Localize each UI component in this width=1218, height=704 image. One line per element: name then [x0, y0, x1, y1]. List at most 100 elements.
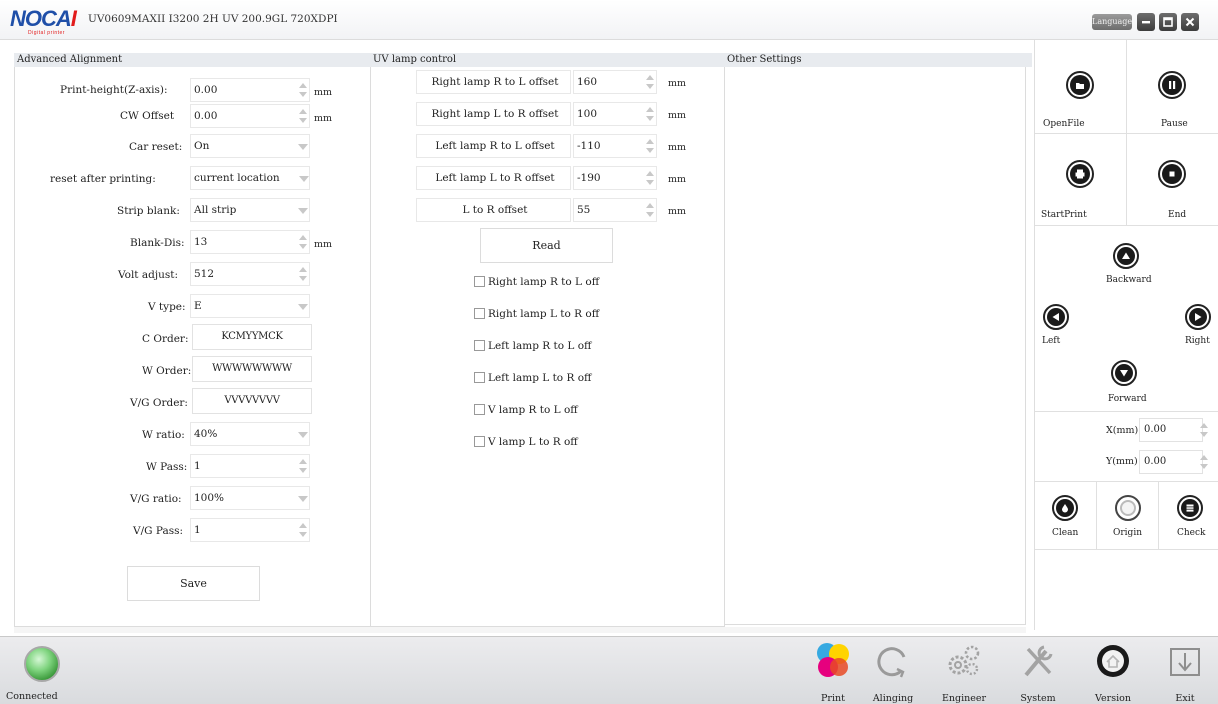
minimize-button[interactable] — [1137, 13, 1155, 31]
print-control-panel: OpenFile Pause StartPrint End Backward L… — [1034, 40, 1218, 630]
x-mm-spinner[interactable] — [1199, 420, 1209, 440]
chevron-down-icon[interactable] — [298, 174, 310, 184]
close-button[interactable] — [1181, 13, 1199, 31]
chevron-down-icon[interactable] — [297, 142, 309, 152]
direction-pad: Backward Left Right Forward — [1035, 226, 1218, 412]
car-reset-select[interactable]: On — [190, 134, 310, 158]
cw-offset-label: CW Offset — [120, 110, 175, 122]
right-label: Right — [1185, 336, 1210, 346]
nav-exit[interactable]: Exit — [1160, 641, 1210, 704]
maximize-button[interactable] — [1159, 13, 1177, 31]
w-pass-label: W Pass: — [146, 461, 188, 473]
print-height-input[interactable]: 0.00 — [190, 78, 310, 102]
connection-status-icon — [24, 646, 60, 682]
strip-blank-select[interactable]: All strip — [190, 198, 310, 222]
clean-button[interactable]: Clean — [1035, 482, 1097, 550]
print-height-spinner[interactable] — [298, 80, 308, 100]
right-lamp-l-to-r-offset-spinner[interactable] — [645, 104, 655, 124]
w-order-field[interactable]: WWWWWWWW — [192, 356, 312, 382]
blank-dis-input[interactable]: 13 — [190, 230, 310, 254]
w-pass-input[interactable]: 1 — [190, 454, 310, 478]
left-lamp-r-to-l-offset-spinner[interactable] — [645, 136, 655, 156]
logo-tagline: Digital printer — [28, 30, 65, 36]
nav-exit-label: Exit — [1175, 693, 1195, 704]
gears-icon — [948, 645, 980, 676]
checkbox-icon[interactable] — [474, 372, 485, 383]
v-lamp-r-to-l-off-checkbox[interactable]: V lamp R to L off — [474, 404, 578, 418]
y-mm-input[interactable]: 0.00 — [1139, 450, 1203, 474]
cw-offset-spinner[interactable] — [298, 106, 308, 126]
checkbox-icon[interactable] — [474, 340, 485, 351]
exit-icon — [1170, 648, 1200, 676]
checkbox-label: Left lamp L to R off — [488, 372, 592, 384]
startprint-button[interactable]: StartPrint — [1035, 134, 1127, 226]
nav-system[interactable]: System — [1013, 641, 1063, 704]
right-lamp-r-to-l-off-checkbox[interactable]: Right lamp R to L off — [474, 276, 599, 290]
reset-after-printing-label: reset after printing: — [50, 173, 156, 185]
x-mm-label: X(mm) — [1106, 425, 1139, 436]
arrow-up-icon[interactable] — [1113, 243, 1139, 269]
end-button[interactable]: End — [1127, 134, 1218, 226]
w-ratio-label: W ratio: — [142, 429, 185, 441]
vg-ratio-select[interactable]: 100% — [190, 486, 310, 510]
checkbox-label: V lamp L to R off — [488, 436, 578, 448]
origin-button[interactable]: Origin — [1097, 482, 1159, 550]
left-lamp-l-to-r-offset-spinner[interactable] — [645, 168, 655, 188]
w-ratio-select[interactable]: 40% — [190, 422, 310, 446]
checkbox-icon[interactable] — [474, 404, 485, 415]
blank-dis-unit: mm — [314, 239, 333, 250]
vg-pass-input[interactable]: 1 — [190, 518, 310, 542]
save-button[interactable]: Save — [127, 566, 260, 601]
chevron-down-icon[interactable] — [297, 430, 309, 440]
nav-print-label: Print — [821, 693, 845, 704]
nav-version[interactable]: Version — [1088, 641, 1138, 704]
nav-system-label: System — [1020, 693, 1056, 704]
print-height-unit: mm — [314, 87, 333, 98]
arrow-down-icon[interactable] — [1111, 360, 1137, 386]
w-pass-spinner[interactable] — [298, 456, 308, 476]
chevron-down-icon[interactable] — [297, 494, 309, 504]
arrow-right-icon[interactable] — [1185, 304, 1211, 330]
arrow-left-icon[interactable] — [1043, 304, 1069, 330]
language-button[interactable]: Language — [1092, 14, 1132, 30]
vg-pass-spinner[interactable] — [298, 520, 308, 540]
read-button[interactable]: Read — [480, 228, 613, 263]
pause-button[interactable]: Pause — [1127, 40, 1218, 134]
checkbox-icon[interactable] — [474, 276, 485, 287]
coordinate-panel: X(mm) 0.00 Y(mm) 0.00 — [1035, 412, 1218, 482]
check-button[interactable]: Check — [1159, 482, 1218, 550]
y-mm-spinner[interactable] — [1199, 452, 1209, 472]
x-mm-input[interactable]: 0.00 — [1139, 418, 1203, 442]
right-lamp-l-to-r-off-checkbox[interactable]: Right lamp L to R off — [474, 308, 599, 322]
cw-offset-input[interactable]: 0.00 — [190, 104, 310, 128]
nav-alinging[interactable]: Alinging — [868, 641, 918, 704]
v-type-select[interactable]: E — [190, 294, 310, 318]
chevron-down-icon[interactable] — [297, 302, 309, 312]
v-type-label: V type: — [148, 301, 186, 313]
reset-after-printing-select[interactable]: current location — [190, 166, 310, 190]
left-lamp-l-to-r-off-checkbox[interactable]: Left lamp L to R off — [474, 372, 591, 386]
blank-dis-spinner[interactable] — [298, 232, 308, 252]
vg-order-field[interactable]: VVVVVVVV — [192, 388, 312, 414]
chevron-down-icon[interactable] — [297, 206, 309, 216]
v-lamp-l-to-r-off-checkbox[interactable]: V lamp L to R off — [474, 436, 578, 450]
volt-adjust-spinner[interactable] — [298, 264, 308, 284]
checkbox-icon[interactable] — [474, 436, 485, 447]
c-order-field[interactable]: KCMYYMCK — [192, 324, 312, 350]
left-lamp-r-to-l-off-checkbox[interactable]: Left lamp R to L off — [474, 340, 591, 354]
other-settings-panel — [724, 67, 1026, 625]
volt-adjust-input[interactable]: 512 — [190, 262, 310, 286]
tools-icon — [1024, 645, 1053, 677]
bottom-toolbar: Connected Print Alinging Engineer System… — [0, 636, 1218, 704]
vg-pass-label: V/G Pass: — [133, 525, 184, 537]
right-lamp-r-to-l-offset-spinner[interactable] — [645, 72, 655, 92]
minimize-icon — [1142, 21, 1150, 24]
nav-print[interactable]: Print — [808, 641, 858, 704]
nav-engineer[interactable]: Engineer — [939, 641, 989, 704]
openfile-button[interactable]: OpenFile — [1035, 40, 1127, 134]
uv-row-label: Right lamp R to L offset — [416, 70, 571, 94]
connection-status-label: Connected — [6, 691, 58, 702]
checkbox-icon[interactable] — [474, 308, 485, 319]
volt-adjust-label: Volt adjust: — [118, 269, 179, 281]
l-to-r-offset-spinner[interactable] — [645, 200, 655, 220]
